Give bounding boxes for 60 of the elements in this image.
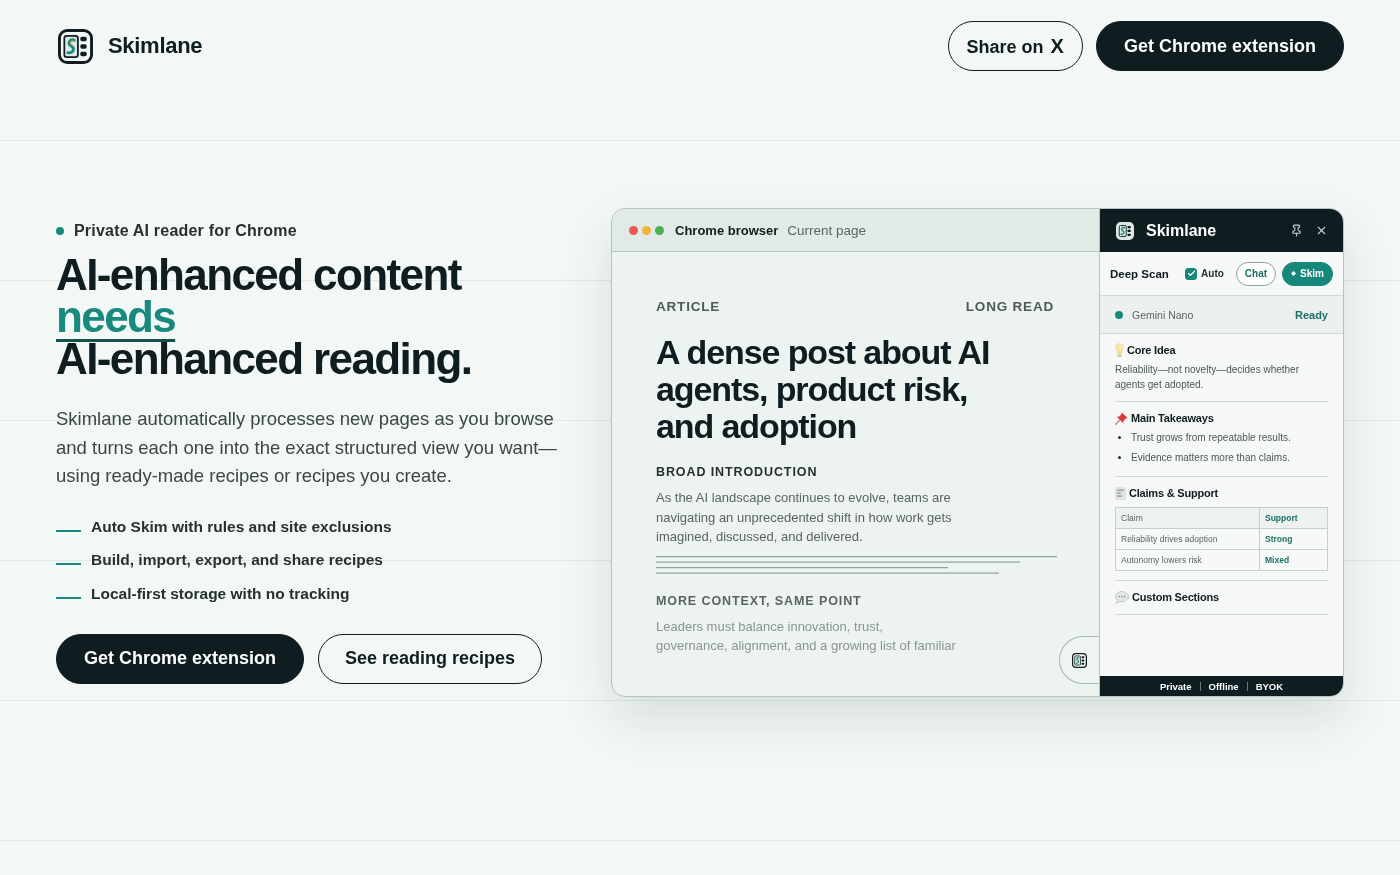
- model-status: Ready: [1294, 308, 1328, 321]
- app-logo-icon: [58, 28, 93, 64]
- auto-label: Auto: [1201, 268, 1224, 279]
- article-paragraph: Leaders must balance innovation, trust, governance, alignment, and a growing list of familiar: [656, 617, 956, 655]
- app-logo-icon: [1072, 652, 1087, 668]
- diamond-icon: [1291, 271, 1297, 276]
- article-title: A dense post about AI agents, product risk, and adoption: [656, 334, 991, 445]
- section-title: Custom Sections: [1132, 591, 1219, 603]
- eyebrow-text: Private AI reader for Chrome: [74, 221, 297, 242]
- brand-name: Skimlane: [108, 33, 203, 59]
- feature-text: Local-first storage with no tracking: [91, 583, 350, 604]
- hero-heading: AI-enhanced content needs AI-enhanced reading.: [56, 254, 473, 381]
- chat-button[interactable]: Chat: [1235, 261, 1277, 286]
- get-extension-button[interactable]: Get Chrome extension: [1095, 21, 1344, 71]
- close-icon[interactable]: [1315, 224, 1328, 237]
- model-name: Gemini Nano: [1132, 308, 1195, 321]
- takeaway-text: Trust grows from repeatable results.: [1131, 431, 1291, 443]
- table-cell: Reliability drives adoption: [1115, 528, 1260, 550]
- document-icon: [1115, 486, 1126, 500]
- takeaway-text: Evidence matters more than claims.: [1131, 451, 1290, 463]
- browser-title: Chrome browser: [675, 222, 779, 238]
- speech-bubble-icon: [1115, 590, 1129, 604]
- deep-scan-label: Deep Scan: [1110, 267, 1170, 280]
- auto-checkbox[interactable]: [1185, 267, 1198, 280]
- floating-skim-button[interactable]: [1059, 636, 1099, 684]
- footer-label: BYOK: [1255, 680, 1284, 692]
- table-header-cell: Support: [1259, 507, 1328, 529]
- pin-icon[interactable]: [1290, 224, 1303, 237]
- article-tag: LONG READ: [965, 298, 1054, 316]
- section-text: Reliability—not novelty—decides whether agents get adopted.: [1115, 363, 1300, 392]
- section-heading: BROAD INTRODUCTION: [656, 464, 819, 480]
- dash-icon: [56, 596, 81, 599]
- article-label: ARTICLE: [656, 298, 721, 316]
- get-extension-button[interactable]: Get Chrome extension: [56, 633, 305, 684]
- feature-text: Build, import, export, and share recipes: [91, 550, 383, 571]
- dot-icon: [56, 227, 64, 236]
- browser-subtitle: Current page: [787, 222, 867, 238]
- table-header-cell: Claim: [1115, 507, 1260, 529]
- panel-title: Skimlane: [1146, 221, 1218, 240]
- app-logo-icon: [1116, 221, 1134, 240]
- article-paragraph: As the AI landscape continues to evolve, teams are navigating an unprecedented shift in how work gets imagined, discussed, and delivered.: [656, 489, 952, 546]
- dash-icon: [56, 563, 81, 566]
- status-dot-icon: [1115, 310, 1123, 319]
- pushpin-icon: [1115, 411, 1128, 425]
- window-controls-icon[interactable]: [629, 225, 664, 235]
- section-title: Main Takeaways: [1131, 412, 1214, 424]
- feature-text: Auto Skim with rules and site exclusions: [91, 516, 392, 537]
- section-title: Claims & Support: [1129, 487, 1219, 499]
- footer-label: Private: [1159, 680, 1192, 692]
- hero-description: Skimlane automatically processes new pages as you browse and turns each one into the exact structured view you want—using ready-made recipes or recipes you create.: [56, 407, 558, 489]
- section-heading: MORE CONTEXT, SAME POINT: [656, 592, 863, 609]
- lightbulb-icon: [1115, 343, 1124, 357]
- table-cell: Autonomy lowers risk: [1115, 549, 1260, 571]
- skim-button[interactable]: Skim: [1282, 261, 1333, 286]
- bullet-icon: [1118, 435, 1121, 439]
- bullet-icon: [1118, 455, 1121, 459]
- footer-label: Offline: [1208, 680, 1239, 692]
- section-title: Core Idea: [1127, 344, 1176, 356]
- dash-icon: [56, 529, 81, 532]
- recipes-button[interactable]: See reading recipes: [318, 633, 543, 684]
